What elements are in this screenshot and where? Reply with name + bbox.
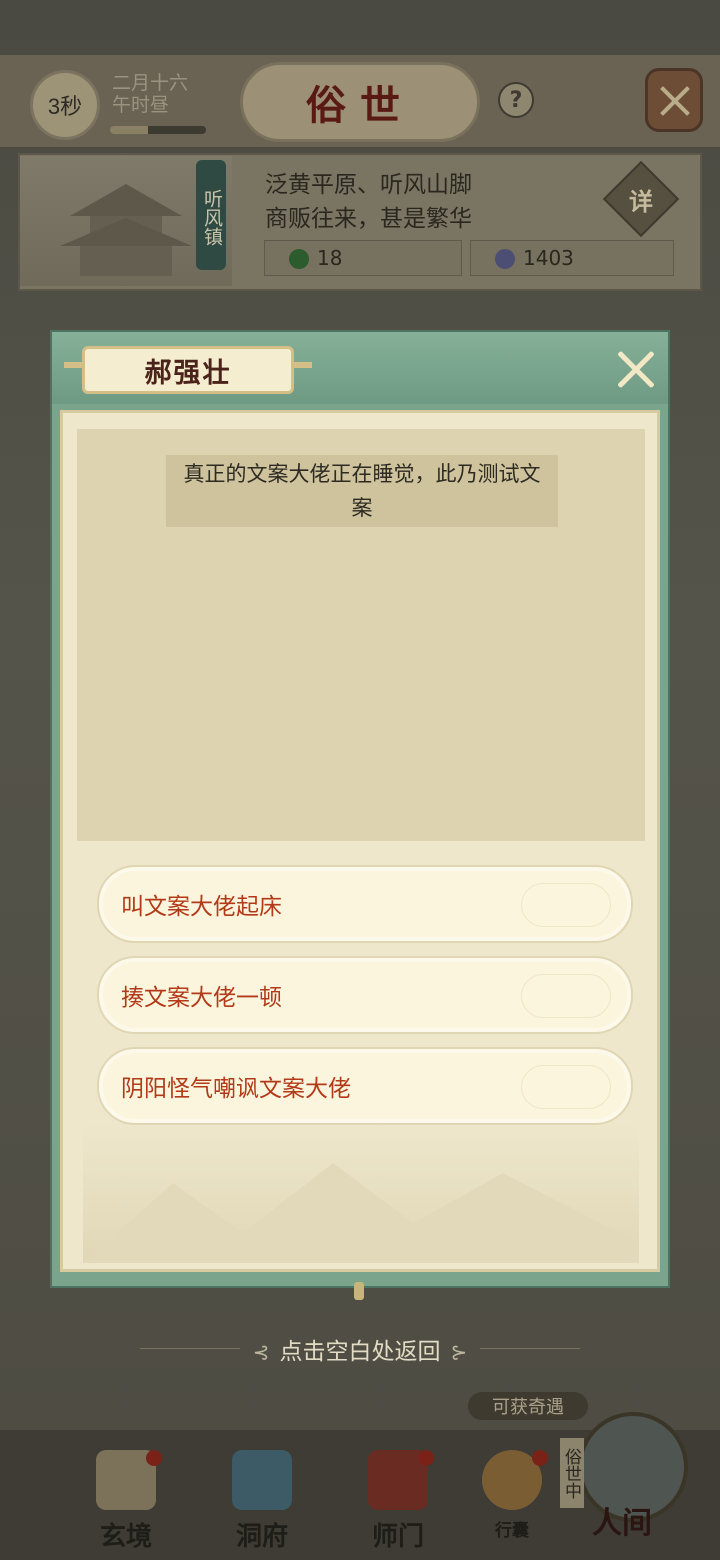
- cloud-pattern-icon: [521, 1065, 611, 1109]
- nav-renjian[interactable]: 人间: [572, 1498, 672, 1548]
- notification-dot: [532, 1450, 548, 1466]
- dialog-body: 真正的文案大佬正在睡觉，此乃测试文案 叫文案大佬起床 揍文案大佬一顿 阴阳怪气嘲…: [60, 410, 660, 1272]
- countdown-timer: 3秒: [30, 70, 100, 140]
- day-progress-bar: [110, 126, 206, 134]
- npc-name: 郝强壮: [144, 357, 232, 389]
- option-label: 叫文案大佬起床: [121, 894, 282, 920]
- town-name-tag: 听风镇: [196, 160, 226, 270]
- jade-icon: [289, 249, 309, 269]
- dialog-option-2[interactable]: 揍文案大佬一顿: [97, 956, 633, 1034]
- close-page-button[interactable]: [645, 68, 703, 132]
- help-button[interactable]: ?: [498, 82, 534, 118]
- nav-shimen[interactable]: 师门: [348, 1450, 448, 1552]
- npc-dialog: 郝强壮 真正的文案大佬正在睡觉，此乃测试文案 叫文案大佬起床 揍文案大佬一顿 阴…: [50, 330, 670, 1300]
- coin-counter: 1403: [470, 240, 674, 276]
- notification-dot: [418, 1450, 434, 1466]
- date-time: 午时昼: [112, 94, 170, 116]
- town-desc-line2: 商贩往来，甚是繁华: [265, 206, 472, 232]
- close-dialog-button[interactable]: [614, 348, 658, 392]
- dismiss-hint-text: 点击空白处返回: [279, 1339, 441, 1365]
- town-description: 泛黄平原、听风山脚 商贩往来，甚是繁华: [265, 168, 472, 236]
- frame-ornament: [354, 1282, 364, 1300]
- cloud-curl-right-icon: ⊱: [450, 1340, 468, 1364]
- page-title-plaque: 俗世: [240, 62, 480, 142]
- nav-xingnang[interactable]: 行囊: [462, 1450, 562, 1550]
- option-label: 揍文案大佬一顿: [121, 985, 282, 1011]
- game-date: 二月十六 午时昼: [112, 72, 188, 116]
- dismiss-hint[interactable]: ⊰ 点击空白处返回 ⊱: [0, 1332, 720, 1366]
- nav-label: 行囊: [495, 1521, 529, 1541]
- mountain-icon: [83, 1163, 639, 1263]
- encounter-available-badge[interactable]: 可获奇遇: [468, 1392, 588, 1420]
- cloud-curl-left-icon: ⊰: [252, 1340, 270, 1364]
- date-day: 二月十六: [112, 72, 189, 94]
- day-progress-fill: [110, 126, 149, 134]
- coin-amount: 1403: [523, 246, 574, 270]
- nav-label: 人间: [592, 1506, 652, 1541]
- npc-scene: 真正的文案大佬正在睡觉，此乃测试文案: [77, 429, 645, 841]
- nav-label: 玄境: [99, 1522, 152, 1552]
- option-label: 阴阳怪气嘲讽文案大佬: [121, 1076, 351, 1102]
- nav-label: 洞府: [235, 1522, 288, 1552]
- npc-speech: 真正的文案大佬正在睡觉，此乃测试文案: [166, 455, 558, 527]
- mountain-landscape-decoration: [83, 1123, 639, 1263]
- jade-counter: 18: [264, 240, 462, 276]
- dialog-option-3[interactable]: 阴阳怪气嘲讽文案大佬: [97, 1047, 633, 1125]
- cloud-pattern-icon: [521, 883, 611, 927]
- dialog-option-1[interactable]: 叫文案大佬起床: [97, 865, 633, 943]
- page-title: 俗世: [306, 82, 414, 129]
- nav-label: 师门: [371, 1522, 424, 1552]
- town-desc-line1: 泛黄平原、听风山脚: [265, 172, 472, 198]
- detail-label: 详: [629, 187, 653, 216]
- coin-icon: [495, 249, 515, 269]
- jade-amount: 18: [317, 246, 343, 270]
- notification-dot: [146, 1450, 162, 1466]
- nav-dongfu[interactable]: 洞府: [212, 1450, 312, 1552]
- nav-xuanjing[interactable]: 玄境: [76, 1450, 176, 1552]
- cloud-pattern-icon: [521, 974, 611, 1018]
- pavilion-icon: [232, 1450, 292, 1510]
- npc-name-plaque: 郝强壮: [82, 346, 294, 394]
